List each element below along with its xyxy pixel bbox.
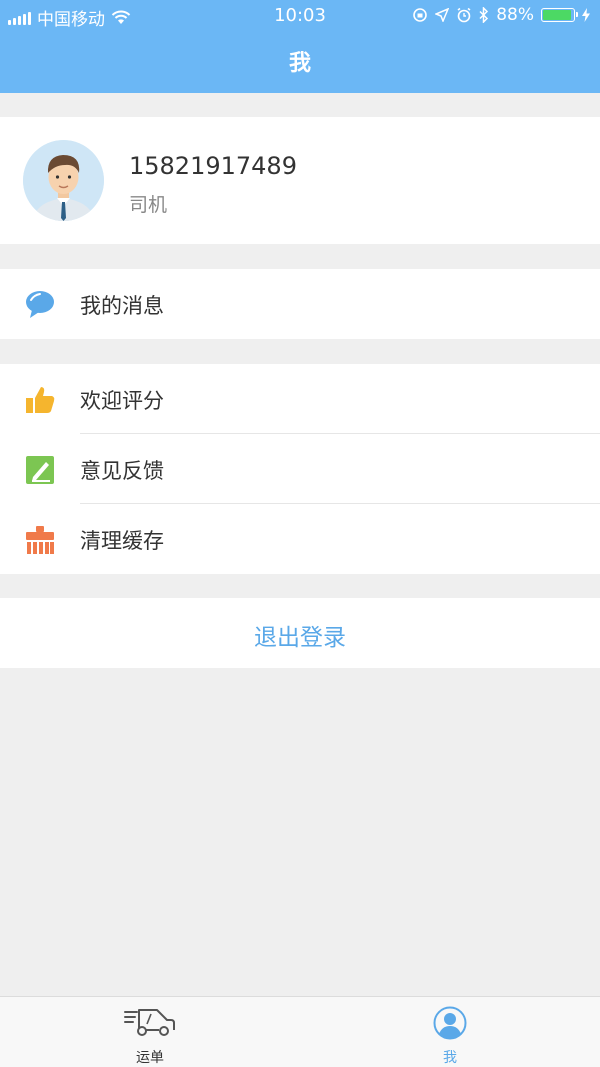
user-phone: 15821917489	[129, 152, 297, 180]
menu-label-messages: 我的消息	[80, 294, 164, 318]
menu-label-cache: 清理缓存	[80, 529, 164, 553]
menu-item-feedback[interactable]: 意见反馈	[0, 434, 600, 504]
tab-me[interactable]: 我	[300, 997, 600, 1067]
menu-label-feedback: 意见反馈	[80, 459, 164, 483]
app-header: 中国移动 10:03 88% 我	[0, 0, 600, 93]
charging-icon	[582, 8, 590, 22]
avatar	[23, 140, 104, 221]
menu-item-messages[interactable]: 我的消息	[0, 269, 600, 339]
logout-label: 退出登录	[254, 625, 346, 651]
broom-icon	[26, 526, 54, 554]
menu-group-settings: 欢迎评分 意见反馈 清理缓存	[0, 364, 600, 574]
battery-icon	[541, 8, 578, 22]
status-bar: 中国移动 10:03 88%	[0, 0, 600, 30]
truck-icon	[124, 1009, 175, 1036]
alarm-icon	[457, 7, 471, 23]
user-avatar-icon	[23, 140, 104, 221]
menu-item-rate[interactable]: 欢迎评分	[0, 364, 600, 434]
page-title: 我	[288, 51, 311, 76]
logout-button[interactable]: 退出登录	[0, 598, 600, 668]
menu-label-rate: 欢迎评分	[80, 389, 164, 413]
bluetooth-icon	[479, 7, 489, 23]
menu-item-cache[interactable]: 清理缓存	[0, 504, 600, 574]
user-role: 司机	[129, 194, 168, 216]
thumbs-up-icon	[26, 387, 55, 413]
battery-percent: 88%	[496, 5, 534, 25]
person-icon	[433, 1006, 467, 1040]
edit-icon	[26, 456, 54, 484]
tab-bar: 运单 我	[0, 996, 600, 1067]
tab-label-waybill: 运单	[136, 1050, 164, 1066]
rotation-lock-icon	[413, 8, 428, 22]
profile-card[interactable]: 15821917489 司机	[0, 117, 600, 244]
chat-bubble-icon	[26, 291, 54, 318]
tab-label-me: 我	[443, 1050, 457, 1066]
location-icon	[435, 8, 450, 22]
tab-waybill[interactable]: 运单	[0, 997, 300, 1067]
